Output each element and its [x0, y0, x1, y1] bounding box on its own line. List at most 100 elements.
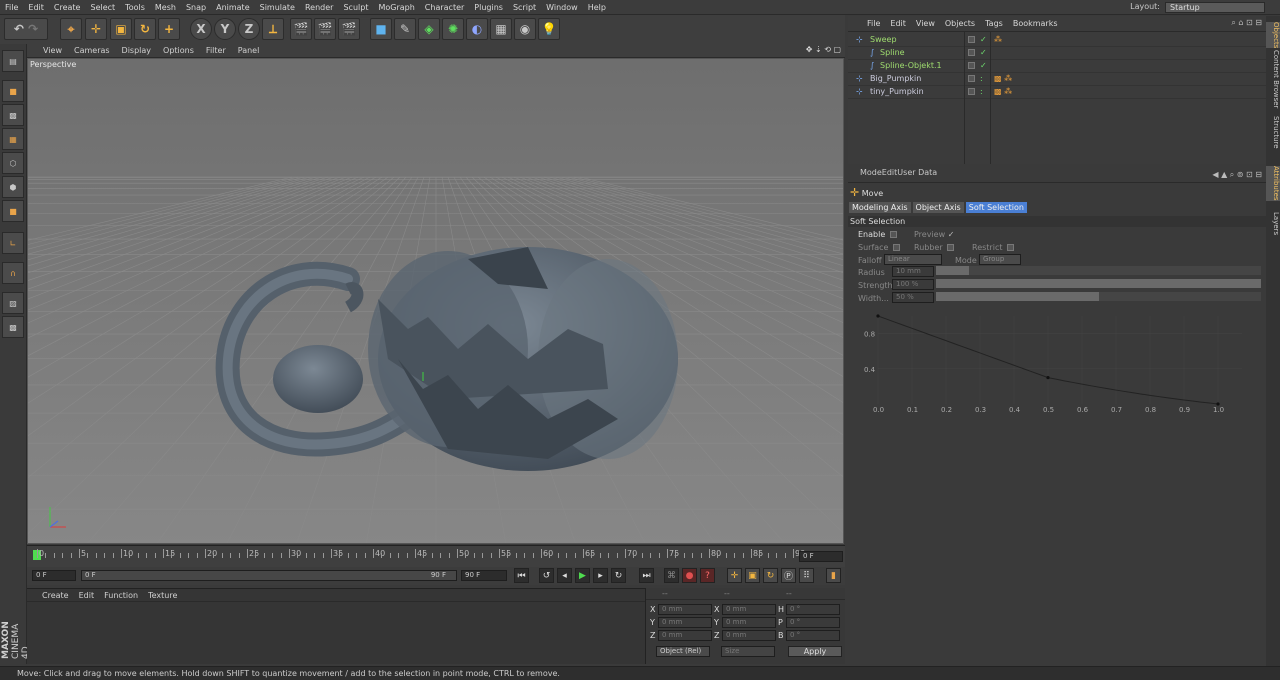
side-tab-attributes[interactable]: Attributes: [1266, 166, 1280, 201]
tag-icon[interactable]: ⁂: [994, 34, 1002, 46]
visibility-toggle[interactable]: [968, 88, 975, 95]
width-slider[interactable]: [936, 292, 1261, 301]
viewport-menu-display[interactable]: Display: [116, 44, 158, 58]
next-key-button[interactable]: ↻: [611, 568, 626, 583]
radius-slider[interactable]: [936, 266, 1261, 275]
menu-edit[interactable]: Edit: [23, 0, 49, 15]
menu-create[interactable]: Create: [49, 0, 86, 15]
viewport-menu-options[interactable]: Options: [157, 44, 200, 58]
coord-value-field[interactable]: 0 mm: [722, 630, 776, 641]
radius-field[interactable]: 10 mm: [892, 266, 934, 277]
menu-mesh[interactable]: Mesh: [150, 0, 181, 15]
menu-file[interactable]: File: [0, 0, 23, 15]
menu-render[interactable]: Render: [300, 0, 338, 15]
coordinate-system-button[interactable]: ⟂: [262, 18, 284, 40]
timeline-window-button[interactable]: ▮: [826, 568, 841, 583]
mode-select[interactable]: Group: [979, 254, 1021, 265]
rotation-track-toggle[interactable]: ↻: [763, 568, 778, 583]
menu-help[interactable]: Help: [583, 0, 611, 15]
end-frame-field[interactable]: 0 F: [799, 551, 843, 562]
menu-character[interactable]: Character: [420, 0, 470, 15]
object-mode-select[interactable]: Object (Rel): [656, 646, 710, 657]
points-mode-button[interactable]: ⬡: [2, 152, 24, 174]
make-editable-button[interactable]: ▤: [2, 50, 24, 72]
side-tab-structure[interactable]: Structure: [1266, 116, 1280, 149]
undo-redo-button[interactable]: ↶ ↷: [4, 18, 48, 40]
search-icon[interactable]: ⌕ ⌂ ⊡ ⊟: [1231, 18, 1262, 28]
scale-track-toggle[interactable]: ▣: [745, 568, 760, 583]
scale-tool-button[interactable]: ▣: [110, 18, 132, 40]
menu-script[interactable]: Script: [508, 0, 541, 15]
attr-tab-object-axis[interactable]: Object Axis: [912, 202, 964, 213]
perspective-viewport[interactable]: Perspective: [27, 58, 844, 544]
coord-value-field[interactable]: 0 mm: [658, 604, 712, 615]
workplane-mode-button[interactable]: ▦: [2, 128, 24, 150]
light-button[interactable]: 💡: [538, 18, 560, 40]
axis-mode-button[interactable]: ∟: [2, 232, 24, 254]
render-view-button[interactable]: 🎬: [290, 18, 312, 40]
deformer-button[interactable]: ◐: [466, 18, 488, 40]
rotate-tool-button[interactable]: ↻: [134, 18, 156, 40]
previous-key-button[interactable]: ↺: [539, 568, 554, 583]
texture-mode-button[interactable]: ▩: [2, 104, 24, 126]
coord-value-field[interactable]: 0 °: [786, 617, 840, 628]
move-tool-button[interactable]: ✛: [85, 18, 107, 40]
layout-select[interactable]: Startup: [1165, 2, 1265, 13]
menu-select[interactable]: Select: [85, 0, 120, 15]
attr-tab-modeling-axis[interactable]: Modeling Axis: [849, 202, 911, 213]
viewport-menu-panel[interactable]: Panel: [232, 44, 266, 58]
attributes-menu-mode[interactable]: Mode: [860, 168, 882, 177]
render-settings-button[interactable]: 🎬: [338, 18, 360, 40]
side-tab-layers[interactable]: Layers: [1266, 212, 1280, 235]
tag-icon[interactable]: ▩ ⁂: [994, 73, 1012, 85]
render-picture-viewer-button[interactable]: 🎬: [314, 18, 336, 40]
viewport-nav-icons[interactable]: ✥ ⇣ ⟲ ▢: [806, 45, 841, 54]
object-row[interactable]: ⊹ tiny_Pumpkin: ▩ ⁂: [848, 86, 1266, 99]
attr-nav-icons[interactable]: ◀ ▲ ⌕ ⊚ ⊡ ⊟: [1212, 170, 1262, 180]
previous-frame-button[interactable]: ◂: [557, 568, 572, 583]
go-to-start-button[interactable]: ⏮: [514, 568, 529, 583]
objects-menu-tags[interactable]: Tags: [980, 16, 1008, 32]
go-to-end-button[interactable]: ⏭: [639, 568, 654, 583]
coord-value-field[interactable]: 0 mm: [658, 617, 712, 628]
coord-value-field[interactable]: 0 °: [786, 630, 840, 641]
coord-value-field[interactable]: 0 mm: [722, 604, 776, 615]
object-row[interactable]: ⊹ Big_Pumpkin: ▩ ⁂: [848, 73, 1266, 86]
menu-plugins[interactable]: Plugins: [469, 0, 508, 15]
snapping-button[interactable]: ∩: [2, 262, 24, 284]
attributes-menu-edit[interactable]: Edit: [882, 168, 898, 177]
menu-snap[interactable]: Snap: [181, 0, 211, 15]
material-menu-create[interactable]: Create: [37, 589, 74, 602]
record-keys-button[interactable]: ⌘: [664, 568, 679, 583]
next-frame-button[interactable]: ▸: [593, 568, 608, 583]
coord-value-field[interactable]: 0 mm: [722, 617, 776, 628]
material-menu-function[interactable]: Function: [99, 589, 143, 602]
enabled-check-icon[interactable]: ✓: [980, 60, 987, 72]
spline-button[interactable]: ✎: [394, 18, 416, 40]
preview-checkbox[interactable]: Preview ✓: [914, 230, 954, 239]
menu-animate[interactable]: Animate: [211, 0, 255, 15]
live-select-button[interactable]: ⌖: [60, 18, 82, 40]
visibility-toggle[interactable]: [968, 75, 975, 82]
max-frame-field[interactable]: 90 F: [461, 570, 507, 581]
play-button[interactable]: ▶: [575, 568, 590, 583]
objects-menu-edit[interactable]: Edit: [885, 16, 911, 32]
axis-z-toggle[interactable]: Z: [238, 18, 260, 40]
surface-checkbox[interactable]: Surface: [858, 243, 901, 252]
menu-window[interactable]: Window: [541, 0, 583, 15]
coord-value-field[interactable]: 0 °: [786, 604, 840, 615]
apply-button[interactable]: Apply: [788, 646, 842, 657]
tag-icon[interactable]: ▩ ⁂: [994, 86, 1012, 98]
polygons-mode-button[interactable]: ■: [2, 200, 24, 222]
material-menu-edit[interactable]: Edit: [74, 589, 100, 602]
point-level-toggle[interactable]: ⠿: [799, 568, 814, 583]
falloff-graph[interactable]: 0.0 0.1 0.2 0.3 0.4 0.5 0.6 0.7 0.8 0.9 1.0 0.8 0.4: [862, 306, 1262, 414]
curve-point[interactable]: [1046, 376, 1050, 380]
coord-value-field[interactable]: 0 mm: [658, 630, 712, 641]
curve-point[interactable]: [876, 314, 880, 318]
autokey-button[interactable]: ●: [682, 568, 697, 583]
rubber-checkbox[interactable]: Rubber: [914, 243, 955, 252]
menu-mograph[interactable]: MoGraph: [373, 0, 419, 15]
position-track-toggle[interactable]: ✛: [727, 568, 742, 583]
object-row[interactable]: ∫ Spline-Objekt.1 ✓: [848, 60, 1266, 73]
